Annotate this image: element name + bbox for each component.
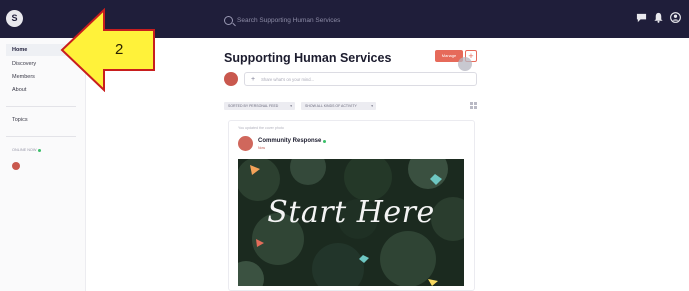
composer-placeholder[interactable]: Share what's on your mind... [261,77,314,82]
search-placeholder[interactable]: Search Supporting Human Services [237,17,340,24]
page-title: Supporting Human Services [224,51,392,65]
search-bar[interactable]: Search Supporting Human Services [224,13,340,27]
post-image-text: Start Here [267,195,435,230]
post-author: Community Response [258,138,327,144]
online-status-dot [323,139,327,143]
user-avatar-icon[interactable] [670,12,681,23]
sidebar-item-topics[interactable]: Topics [6,114,80,126]
post-timestamp[interactable]: Now [258,146,265,150]
online-status-dot [38,148,42,152]
chat-icon[interactable] [636,12,647,23]
search-icon [224,15,233,25]
annotation-step-number: 2 [115,41,124,58]
chevron-down-icon: ▾ [371,104,373,108]
sidebar-divider [6,136,76,137]
online-now-label: ONLINE NOW [12,148,42,152]
post-author-avatar[interactable] [238,136,253,151]
online-member-avatar[interactable] [12,162,20,170]
chevron-down-icon: ▾ [290,104,292,108]
activity-filter-dropdown[interactable]: SHOW ALL KINDS OF ACTIVITY ▾ [301,102,376,110]
bell-icon[interactable] [653,12,664,23]
post-image[interactable]: Start Here [238,159,464,286]
post-activity-text: You updated the cover photo [238,126,284,130]
composer-avatar [224,72,238,86]
composer-plus-icon[interactable]: + [251,76,255,83]
post-author-name[interactable]: Community Response [258,138,321,144]
mouse-cursor-highlight [458,57,472,71]
annotation-arrow [60,8,155,92]
layout-toggle-icon[interactable] [470,102,477,109]
online-now-text: ONLINE NOW [12,148,37,152]
sort-filter-dropdown[interactable]: SORTED BY PERSONAL FEED ▾ [224,102,295,110]
sidebar-divider [6,106,76,107]
activity-filter-label: SHOW ALL KINDS OF ACTIVITY [305,104,357,108]
post-composer[interactable]: + Share what's on your mind... [244,72,477,86]
community-logo[interactable]: S [6,10,23,27]
sort-filter-label: SORTED BY PERSONAL FEED [228,104,279,108]
top-icons [636,12,681,23]
